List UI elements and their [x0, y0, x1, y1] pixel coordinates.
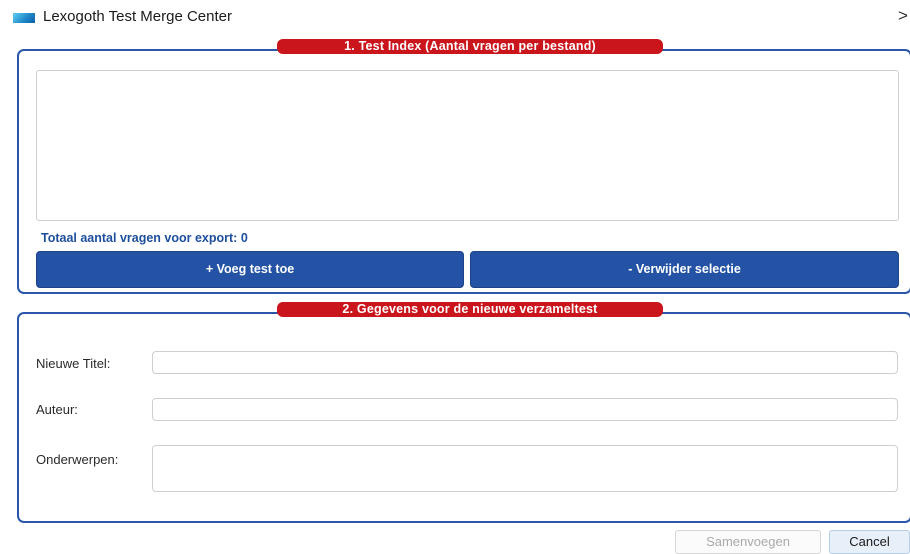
- new-title-label: Nieuwe Titel:: [36, 356, 111, 371]
- author-input[interactable]: [152, 398, 898, 421]
- title-bar: Lexogoth Test Merge Center >: [0, 0, 910, 34]
- app-logo-icon: [13, 13, 35, 23]
- remove-selection-button[interactable]: - Verwijder selectie: [470, 251, 899, 288]
- close-icon[interactable]: >: [898, 6, 908, 26]
- test-index-list[interactable]: [36, 70, 899, 221]
- author-label: Auteur:: [36, 402, 78, 417]
- window-title: Lexogoth Test Merge Center: [43, 8, 233, 25]
- total-questions-label: Totaal aantal vragen voor export: 0: [41, 231, 248, 245]
- new-title-input[interactable]: [152, 351, 898, 374]
- section-2-legend: 2. Gegevens voor de nieuwe verzameltest: [277, 302, 663, 317]
- section-1-legend: 1. Test Index (Aantal vragen per bestand…: [277, 39, 663, 54]
- cancel-button[interactable]: Cancel: [829, 530, 910, 554]
- topics-textarea[interactable]: [152, 445, 898, 492]
- merge-button[interactable]: Samenvoegen: [675, 530, 821, 554]
- topics-label: Onderwerpen:: [36, 452, 119, 467]
- add-test-button[interactable]: + Voeg test toe: [36, 251, 464, 288]
